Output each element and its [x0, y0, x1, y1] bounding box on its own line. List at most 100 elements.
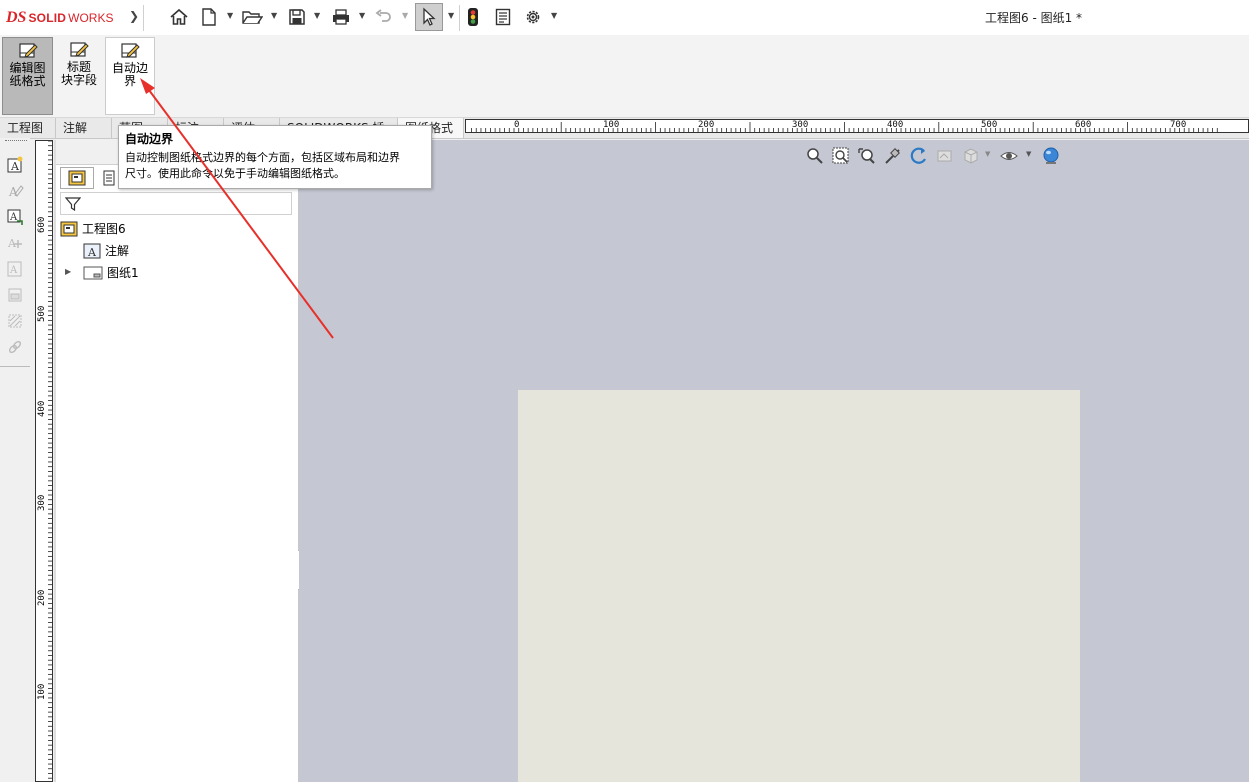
svg-text:A: A: [87, 246, 97, 259]
auto-border-label-2: 界: [123, 74, 136, 88]
ruler-label: 400: [887, 120, 904, 130]
solidworks-logo[interactable]: DS SOLID WORKS: [6, 8, 113, 28]
text-box-icon[interactable]: A: [6, 260, 24, 278]
graphics-area[interactable]: ▼ ▼: [299, 140, 1249, 782]
save-dropdown-icon[interactable]: ▼: [314, 11, 320, 20]
feature-manager-panel: 工程图6 A 注解 ▶ 图纸1: [56, 140, 299, 782]
property-manager-icon: [103, 170, 115, 186]
insert-note-icon[interactable]: A: [6, 156, 24, 174]
ruler-label: 400: [37, 400, 47, 417]
annotations-icon: A: [83, 243, 101, 259]
feature-manager-tab[interactable]: [60, 167, 94, 189]
hatch-icon[interactable]: [6, 312, 24, 330]
ruler-label: 100: [603, 120, 620, 130]
ruler-label: 200: [698, 120, 715, 130]
ruler-label: 300: [792, 120, 809, 130]
previous-view-icon[interactable]: [857, 146, 877, 166]
ruler-label: 500: [981, 120, 998, 130]
ruler-label: 600: [37, 216, 47, 233]
save-icon: [289, 9, 305, 25]
print-button[interactable]: [330, 5, 352, 29]
ruler-label: 500: [37, 305, 47, 322]
tooltip-body-line-1: 自动控制图纸格式边界的每个方面，包括区域布局和边界: [125, 151, 400, 164]
tree-filter[interactable]: [60, 192, 292, 215]
svg-text:A: A: [9, 265, 18, 276]
undo-icon: [375, 9, 391, 22]
sheet-format-toolbar: A A A A A: [0, 138, 30, 782]
tooltip-body-line-2: 尺寸。使用此命令以免于手动编辑图纸格式。: [125, 167, 345, 180]
rebuild-button[interactable]: [464, 5, 482, 29]
ruler-label: 200: [37, 589, 47, 606]
gear-icon: [526, 10, 540, 24]
add-field-icon[interactable]: A: [6, 234, 24, 252]
chevron-right-icon[interactable]: ❯: [129, 9, 139, 23]
chain-link-icon[interactable]: [6, 338, 24, 356]
sheet-icon: [83, 266, 103, 279]
traffic-light-icon: [468, 8, 478, 26]
ruler-label: 600: [1075, 120, 1092, 130]
tab-annotation[interactable]: 注解: [56, 118, 112, 138]
options-dropdown-icon[interactable]: ▼: [551, 11, 557, 20]
block-icon[interactable]: [6, 286, 24, 304]
edit-sheet-format-icon: [18, 43, 38, 58]
command-manager: 编辑图 纸格式 标题 块字段 自动边 界: [0, 35, 1249, 117]
tab-drawing[interactable]: 工程图: [0, 118, 56, 138]
tree-item-drawing[interactable]: 工程图6: [60, 220, 126, 237]
undo-button[interactable]: [373, 5, 395, 29]
appearance-sphere-icon[interactable]: [1041, 146, 1061, 166]
open-button[interactable]: [241, 5, 263, 29]
expand-arrow-icon[interactable]: ▶: [65, 267, 71, 276]
ruler-label: 700: [1170, 120, 1187, 130]
home-button[interactable]: [168, 5, 190, 29]
tree-item-annotations-label: 注解: [105, 244, 130, 258]
tree-item-sheet[interactable]: 图纸1: [83, 264, 139, 281]
drawing-icon: [60, 221, 78, 236]
edit-sheet-format-label-2: 纸格式: [9, 74, 46, 88]
link-to-property-icon[interactable]: A: [6, 208, 24, 226]
display-style-icon[interactable]: [935, 146, 955, 166]
new-dropdown-icon[interactable]: ▼: [227, 11, 233, 20]
zoom-to-fit-icon[interactable]: [805, 146, 825, 166]
select-button[interactable]: [415, 3, 443, 31]
ruler-label: 300: [37, 494, 47, 511]
home-icon: [170, 8, 188, 25]
select-dropdown-icon[interactable]: ▼: [448, 11, 454, 20]
horizontal-ruler: 0 100 200 300 400 500 600 700: [465, 119, 1249, 133]
new-document-button[interactable]: [199, 5, 219, 29]
feature-tree-icon: [68, 170, 86, 186]
tooltip: 自动边界 自动控制图纸格式边界的每个方面，包括区域布局和边界 尺寸。使用此命令以…: [118, 125, 432, 189]
print-dropdown-icon[interactable]: ▼: [359, 11, 365, 20]
logo-solid: SOLID: [28, 11, 67, 25]
zoom-to-area-icon[interactable]: [831, 146, 851, 166]
tooltip-title: 自动边界: [125, 132, 174, 146]
toolbar-grip[interactable]: [5, 140, 27, 144]
hide-show-items-icon[interactable]: [999, 146, 1019, 166]
svg-text:A: A: [9, 212, 18, 223]
title-block-fields-button[interactable]: 标题 块字段: [55, 37, 103, 113]
drawing-sheet[interactable]: [518, 390, 1080, 782]
tree-item-sheet-label: 图纸1: [107, 266, 139, 280]
options-button[interactable]: [522, 5, 544, 29]
tree-item-annotations[interactable]: A 注解: [83, 242, 129, 259]
tree-item-drawing-label: 工程图6: [82, 222, 126, 236]
hide-show-dropdown-icon[interactable]: ▼: [1026, 150, 1031, 158]
toolbar-divider: [0, 366, 30, 367]
title-bar: DS SOLID WORKS ❯ ▼ ▼ ▼ ▼ ▼ ▼ ▼ 工程图6 - 图纸1…: [0, 0, 1249, 36]
redraw-icon[interactable]: [909, 146, 929, 166]
file-properties-button[interactable]: [492, 5, 514, 29]
view-orientation-icon[interactable]: [961, 146, 981, 166]
ruler-label: 100: [37, 683, 47, 700]
edit-text-icon[interactable]: A: [6, 182, 24, 200]
pan-icon[interactable]: [883, 146, 903, 166]
title-block-fields-label-2: 块字段: [60, 73, 97, 87]
save-button[interactable]: [286, 5, 308, 29]
property-manager-tab[interactable]: [100, 167, 118, 189]
open-dropdown-icon[interactable]: ▼: [271, 11, 277, 20]
undo-dropdown-icon[interactable]: ▼: [402, 11, 408, 20]
auto-border-button[interactable]: 自动边 界: [105, 37, 155, 115]
tooltip-body: 自动控制图纸格式边界的每个方面，包括区域布局和边界 尺寸。使用此命令以免于手动编…: [125, 150, 425, 182]
view-orientation-dropdown-icon[interactable]: ▼: [985, 150, 990, 158]
edit-sheet-format-button[interactable]: 编辑图 纸格式: [2, 37, 53, 115]
filter-icon: [65, 197, 81, 212]
vertical-ruler: 600 500 400 300 200 100: [35, 140, 53, 782]
